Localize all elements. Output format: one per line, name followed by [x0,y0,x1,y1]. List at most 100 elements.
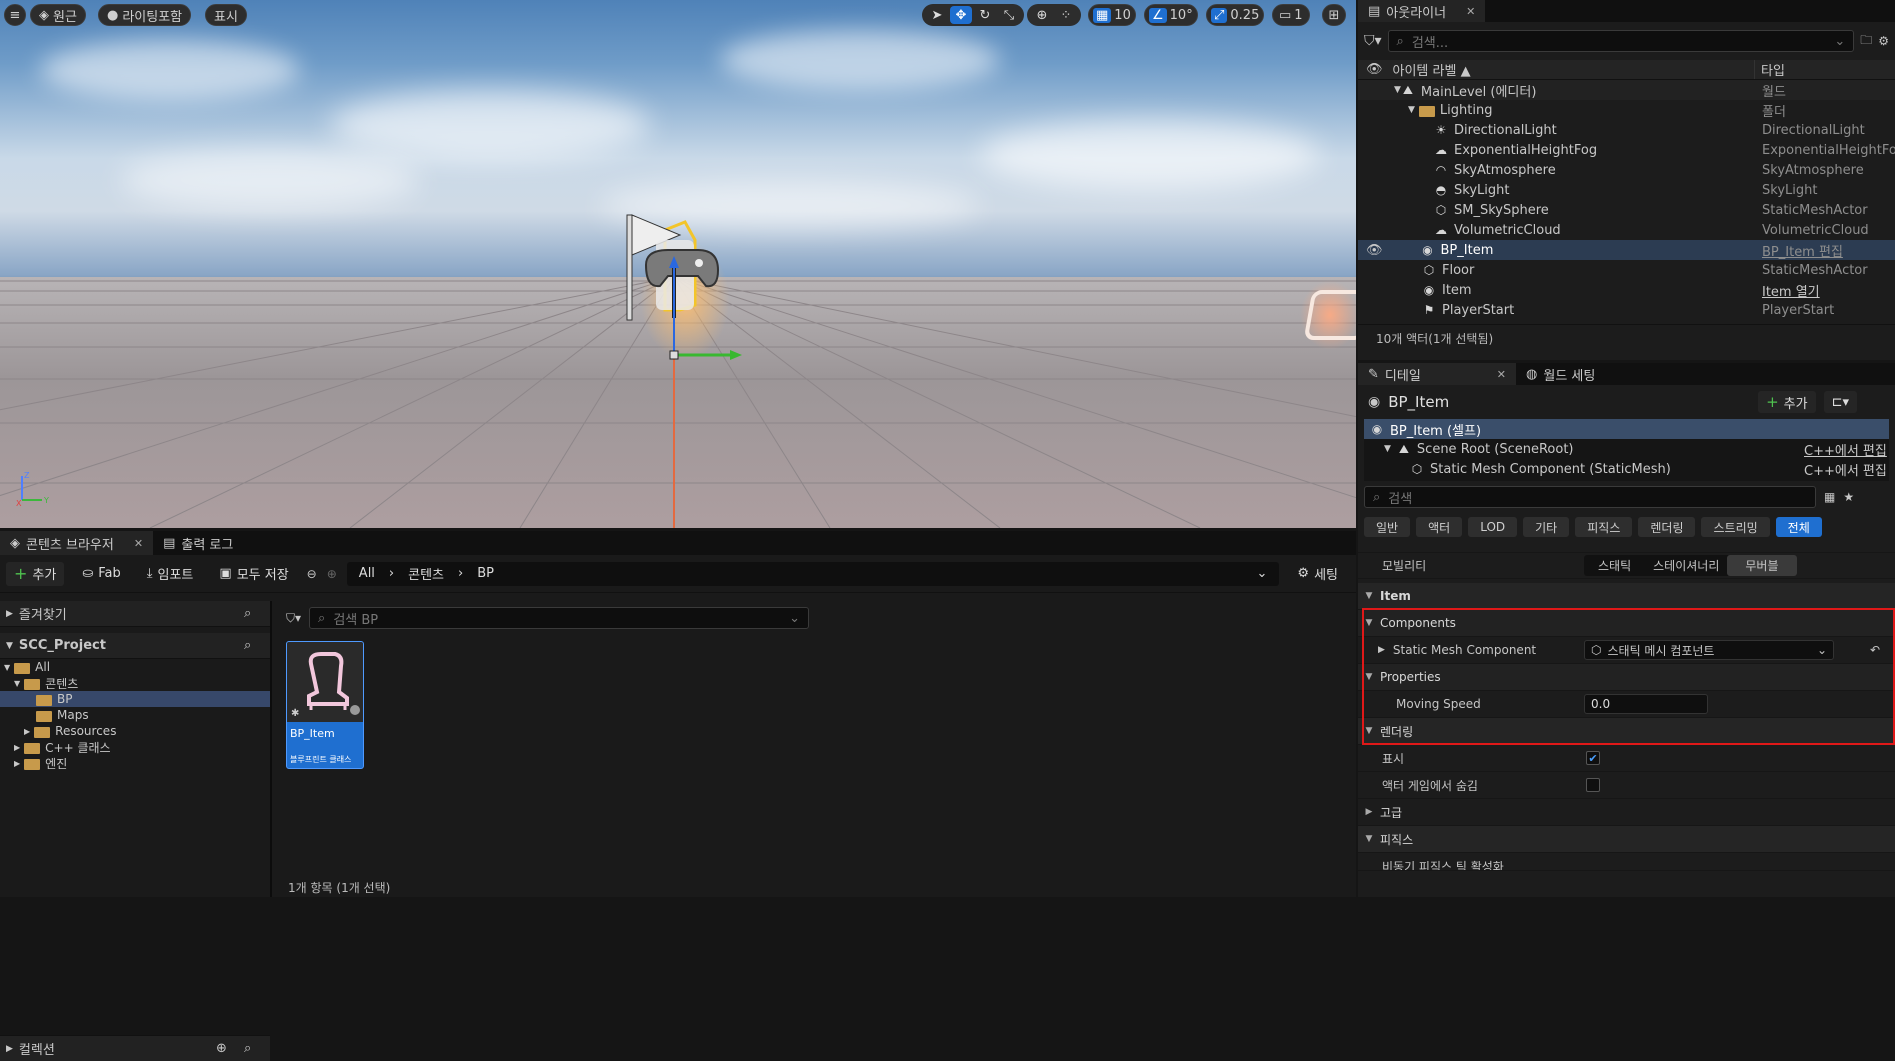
blueprint-options-button[interactable]: ⊏▾ [1823,391,1857,413]
search-icon[interactable]: ⌕ [244,1041,251,1056]
visible-checkbox[interactable]: ✔ [1586,751,1600,765]
section-properties[interactable]: ▼ Properties [1358,664,1895,691]
search-icon[interactable]: ⌕ [244,638,251,653]
item-actor-mesh[interactable] [1303,290,1356,340]
outliner-row-fog[interactable]: ☁ ExponentialHeightFog ExponentialHeightFo… [1358,140,1895,160]
outliner-row-directionallight[interactable]: ☀ DirectionalLight DirectionalLight [1358,120,1895,140]
edit-in-cpp-link[interactable]: C++에서 편집 [1804,440,1887,459]
add-folder-icon[interactable]: 🗀 [1860,31,1872,52]
details-tab[interactable]: ✎ 디테일 ✕ [1358,363,1517,385]
chevron-down-icon[interactable]: ⌄ [1257,566,1268,581]
fab-button[interactable]: ⛀ Fab [74,562,128,586]
settings-button[interactable]: ⚙ 세팅 [1289,562,1346,586]
back-arrow-icon[interactable]: ⊖ [307,567,317,581]
visibility-eye-icon[interactable]: 👁 [1366,243,1383,258]
select-mode-icon[interactable]: ➤ [926,6,948,24]
scale-mode-icon[interactable]: ⤡ [998,6,1020,24]
outliner-search-input[interactable]: ⌕ 검색... ⌄ [1387,30,1855,52]
close-icon[interactable]: ✕ [1466,5,1475,18]
component-self[interactable]: ◉ BP_Item (셀프) [1364,419,1889,439]
tree-content[interactable]: ▼ 콘텐츠 [0,675,270,691]
breadcrumb-content[interactable]: 콘텐츠 [408,564,444,583]
static-mesh-component-dropdown[interactable]: ⬡ 스태틱 메시 컴포넌트 ⌄ [1584,640,1834,660]
outliner-row-floor[interactable]: ⬡ Floor StaticMeshActor [1358,260,1895,280]
camera-speed-button[interactable]: ▭ 1 [1272,4,1310,26]
rotate-snap-button[interactable]: ∠ 10° [1144,4,1198,26]
outliner-row-skylight[interactable]: ◓ SkyLight SkyLight [1358,180,1895,200]
settings-gear-icon[interactable]: ⚙ [1878,34,1889,48]
close-icon[interactable]: ✕ [134,537,143,550]
add-collection-icon[interactable]: ⊕ [216,1041,227,1056]
favorites-header[interactable]: ▶ 즐겨찾기 ⌕ [0,601,270,627]
content-browser-tab[interactable]: ◈ 콘텐츠 브라우저 ✕ [0,531,154,555]
reset-arrow-icon[interactable]: ↶ [1870,643,1880,657]
tree-resources[interactable]: ▶ Resources [0,723,270,739]
open-item-link[interactable]: Item 열기 [1762,281,1820,300]
outliner-row-volumetriccloud[interactable]: ☁ VolumetricCloud VolumetricCloud [1358,220,1895,240]
outliner-row-lighting[interactable]: ▼ Lighting 폴더 [1358,100,1895,120]
section-components[interactable]: ▼ Components [1358,610,1895,637]
tree-all[interactable]: ▼ All [0,659,270,675]
table-view-icon[interactable]: ▦ [1824,490,1835,504]
outliner-row-skysphere[interactable]: ⬡ SM_SkySphere StaticMeshActor [1358,200,1895,220]
forward-arrow-icon[interactable]: ⊕ [327,567,337,581]
search-icon[interactable]: ⌕ [244,606,251,621]
asset-tile-bp-item[interactable]: ✱ BP_Item 블루프린트 클래스 [286,641,364,769]
tree-cpp-classes[interactable]: ▶ C++ 클래스 [0,739,270,755]
project-header[interactable]: ▼ SCC_Project ⌕ [0,633,270,659]
visibility-eye-icon[interactable]: 👁 [1366,62,1383,77]
tree-engine[interactable]: ▶ 엔진 [0,755,270,771]
filter-actor[interactable]: 액터 [1416,517,1463,537]
component-static-mesh[interactable]: ⬡ Static Mesh Component (StaticMesh) C++에서… [1364,459,1889,479]
mobility-movable[interactable]: 무버블 [1727,555,1797,576]
layout-button[interactable]: ⊞ [1322,4,1346,26]
outliner-row-item[interactable]: ◉ Item Item 열기 [1358,280,1895,300]
filter-physics[interactable]: 피직스 [1575,517,1633,537]
perspective-button[interactable]: ◈ 원근 [30,4,86,26]
filter-streaming[interactable]: 스트리밍 [1701,517,1770,537]
grid-snap-button[interactable]: ▦ 10 [1088,4,1136,26]
breadcrumb-all[interactable]: All [359,566,375,581]
filter-icon[interactable]: ⛉▾ [1364,33,1382,49]
filter-misc[interactable]: 기타 [1523,517,1570,537]
asset-search-input[interactable]: ⌕ 검색 BP ⌄ [309,607,810,629]
edit-in-cpp-text[interactable]: C++에서 편집 [1804,460,1887,479]
collections-header[interactable]: ▶ 컬렉션 ⊕ ⌕ [0,1035,270,1061]
save-all-button[interactable]: ▣ 모두 저장 [211,562,296,586]
mobility-stationary[interactable]: 스테이셔너리 [1645,555,1727,576]
outliner-row-playerstart[interactable]: ⚑ PlayerStart PlayerStart [1358,300,1895,320]
rotate-mode-icon[interactable]: ↻ [974,6,996,24]
outliner-row-mainlevel[interactable]: ▼ ⛰ MainLevel (에디터) 월드 [1358,80,1895,100]
hidden-in-game-checkbox[interactable] [1586,778,1600,792]
close-icon[interactable]: ✕ [1497,368,1506,381]
filter-lod[interactable]: LOD [1468,517,1518,537]
filter-icon[interactable]: ⛉▾ [286,611,301,626]
world-globe-icon[interactable]: ⊕ [1031,6,1053,24]
section-rendering[interactable]: ▼ 렌더링 [1358,718,1895,745]
scale-snap-button[interactable]: ⤢ 0.25 [1206,4,1265,26]
edit-bp-item-link[interactable]: BP_Item 편집 [1762,241,1843,260]
column-type[interactable]: 타입 [1754,60,1785,79]
translate-mode-icon[interactable]: ✥ [950,6,972,24]
mobility-static[interactable]: 스태틱 [1584,555,1645,576]
breadcrumb-bp[interactable]: BP [477,566,494,581]
output-log-tab[interactable]: ▤ 출력 로그 [153,531,243,555]
section-item[interactable]: ▼ Item [1358,583,1895,610]
section-advanced[interactable]: ▶ 고급 [1358,799,1895,826]
filter-rendering[interactable]: 렌더링 [1638,517,1696,537]
viewport-menu-button[interactable]: ≡ [4,4,26,26]
lit-mode-button[interactable]: ● 라이팅포함 [98,4,192,26]
outliner-row-skyatmosphere[interactable]: ◠ SkyAtmosphere SkyAtmosphere [1358,160,1895,180]
surface-snap-icon[interactable]: ⁘ [1055,6,1077,24]
bp-item-actor[interactable] [620,210,770,365]
filter-general[interactable]: 일반 [1364,517,1411,537]
import-button[interactable]: ⤓ 임포트 [139,562,202,586]
filter-all[interactable]: 전체 [1775,517,1822,537]
level-viewport[interactable]: Z X Y ≡ ◈ 원근 ● 라이팅포함 표시 ➤ ✥ ↻ ⤡ ⊕ ⁘ ▦ 10 ∠ 1… [0,0,1356,528]
star-icon[interactable]: ★ [1843,490,1854,504]
details-search-input[interactable]: ⌕ 검색 [1364,486,1816,508]
add-component-button[interactable]: + 추가 [1758,391,1816,413]
section-physics[interactable]: ▼ 피직스 [1358,826,1895,853]
world-settings-tab[interactable]: ◍ 월드 세팅 [1516,363,1605,385]
expand-arrow-icon[interactable]: ▶ [1378,645,1385,655]
